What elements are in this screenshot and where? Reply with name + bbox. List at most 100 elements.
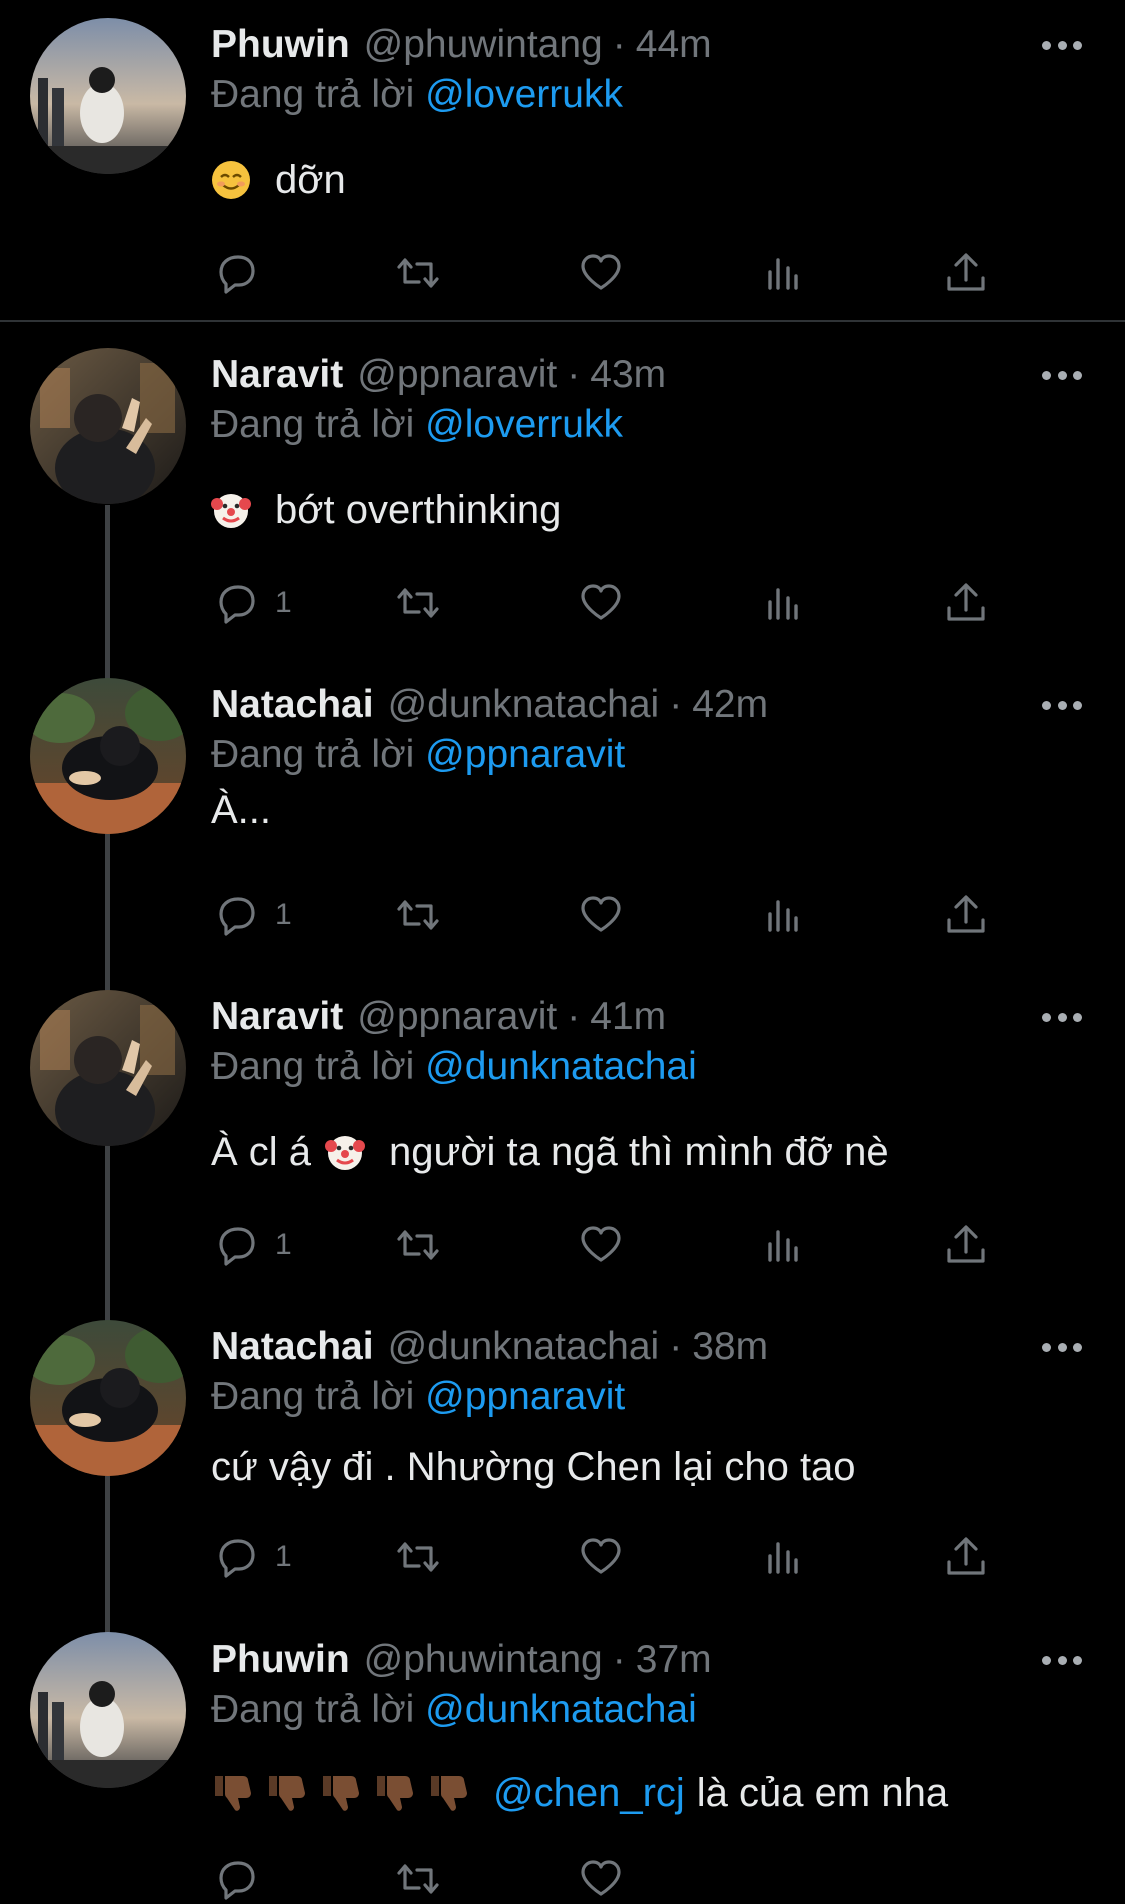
avatar[interactable] [30,18,186,174]
display-name[interactable]: Phuwin [211,1638,350,1682]
reply-button[interactable] [211,1854,261,1904]
reply-to-mention[interactable]: @dunknatachai [425,1045,697,1088]
retweet-button[interactable] [393,578,443,628]
timestamp[interactable]: 41m [590,995,666,1039]
retweet-button[interactable] [393,1532,443,1582]
more-options-icon[interactable] [1042,39,1082,51]
username[interactable]: @dunknatachai [388,683,660,727]
like-button[interactable] [576,890,626,940]
analytics-icon [768,900,798,932]
replying-to: Đang trả lời @ppnaravit [211,1375,625,1419]
more-options-icon[interactable] [1042,699,1082,711]
timestamp[interactable]: 38m [692,1325,768,1369]
smiling-face-emoji-icon [211,160,251,200]
display-name[interactable]: Natachai [211,683,374,727]
share-button[interactable] [941,1532,991,1582]
replying-label: Đang trả lời [211,1045,415,1088]
avatar[interactable] [30,990,186,1146]
retweet-button[interactable] [393,1220,443,1270]
username[interactable]: @phuwintang [364,1638,603,1682]
tweet-text-content: dỡn [275,157,346,202]
display-name[interactable]: Naravit [211,995,343,1039]
reply-icon [219,1861,255,1900]
more-options-icon[interactable] [1042,369,1082,381]
action-bar [211,248,1011,298]
heart-icon [581,1226,621,1262]
action-bar: 1 [211,1220,1011,1270]
more-options-icon[interactable] [1042,1341,1082,1353]
display-name[interactable]: Phuwin [211,23,350,67]
like-button[interactable] [576,248,626,298]
views-button[interactable] [758,578,808,628]
tweet-text: dỡn [211,155,346,205]
tweet[interactable]: Naravit @ppnaravit · 43m Đang trả lời @l… [0,330,1125,642]
tweet-mention[interactable]: @chen_rcj [493,1771,685,1816]
retweet-icon [397,900,439,930]
timestamp[interactable]: 42m [692,683,768,727]
like-button[interactable] [576,578,626,628]
tweet[interactable]: Naravit @ppnaravit · 41m Đang trả lời @d… [0,972,1125,1284]
replying-to: Đang trả lời @ppnaravit [211,733,625,777]
retweet-button[interactable] [393,890,443,940]
separator-dot: · [612,23,626,66]
avatar-naravit-image [30,348,186,504]
reply-to-mention[interactable]: @loverrukk [425,403,623,446]
timestamp[interactable]: 37m [636,1638,712,1682]
display-name[interactable]: Naravit [211,353,343,397]
username[interactable]: @phuwintang [364,23,603,67]
reply-icon [219,255,255,294]
share-button[interactable] [941,1220,991,1270]
replying-label: Đang trả lời [211,73,415,116]
username[interactable]: @ppnaravit [357,995,557,1039]
share-button[interactable] [941,578,991,628]
tweet-text: bớt overthinking [211,485,561,535]
reply-button[interactable]: 1 [211,1532,292,1582]
username[interactable]: @dunknatachai [388,1325,660,1369]
avatar[interactable] [30,1320,186,1476]
avatar-natachai-image [30,1320,186,1476]
reply-button[interactable] [211,248,275,298]
more-options-icon[interactable] [1042,1654,1082,1666]
tweet[interactable]: Natachai @dunknatachai · 38m Đang trả lờ… [0,1302,1125,1614]
reply-to-mention[interactable]: @ppnaravit [425,1375,625,1418]
like-button[interactable] [576,1532,626,1582]
reply-button[interactable]: 1 [211,578,292,628]
retweet-icon [397,1230,439,1260]
avatar[interactable] [30,678,186,834]
reply-button[interactable]: 1 [211,890,292,940]
retweet-button[interactable] [393,1854,443,1904]
share-button[interactable] [941,248,991,298]
tweet-text: À... [211,785,271,835]
heart-icon [581,1538,621,1574]
timestamp[interactable]: 43m [590,353,666,397]
avatar-phuwin-image [30,18,186,174]
reply-to-mention[interactable]: @dunknatachai [425,1688,697,1731]
tweet[interactable]: Phuwin @phuwintang · 44m Đang trả lời @l… [0,0,1125,320]
like-button[interactable] [576,1854,626,1904]
reply-to-mention[interactable]: @ppnaravit [425,733,625,776]
reply-to-mention[interactable]: @loverrukk [425,73,623,116]
username[interactable]: @ppnaravit [357,353,557,397]
replying-label: Đang trả lời [211,1688,415,1731]
tweet[interactable]: Phuwin @phuwintang · 37m Đang trả lời @d… [0,1632,1125,1900]
views-button[interactable] [758,1532,808,1582]
views-button[interactable] [758,248,808,298]
reply-button[interactable]: 1 [211,1220,292,1270]
reply-icon [219,585,255,624]
views-button[interactable] [758,890,808,940]
replying-to: Đang trả lời @loverrukk [211,403,623,447]
more-options-icon[interactable] [1042,1011,1082,1023]
avatar[interactable] [30,348,186,504]
avatar[interactable] [30,1632,186,1788]
tweet-text-content: cứ vậy đi . Nhường Chen lại cho tao [211,1444,856,1489]
share-button[interactable] [941,890,991,940]
timestamp[interactable]: 44m [636,23,712,67]
retweet-button[interactable] [393,248,443,298]
display-name[interactable]: Natachai [211,1325,374,1369]
like-button[interactable] [576,1220,626,1270]
analytics-icon [768,1542,798,1574]
views-button[interactable] [758,1220,808,1270]
retweet-icon [397,1864,439,1894]
share-icon [947,1537,985,1575]
tweet[interactable]: Natachai @dunknatachai · 42m Đang trả lờ… [0,660,1125,960]
